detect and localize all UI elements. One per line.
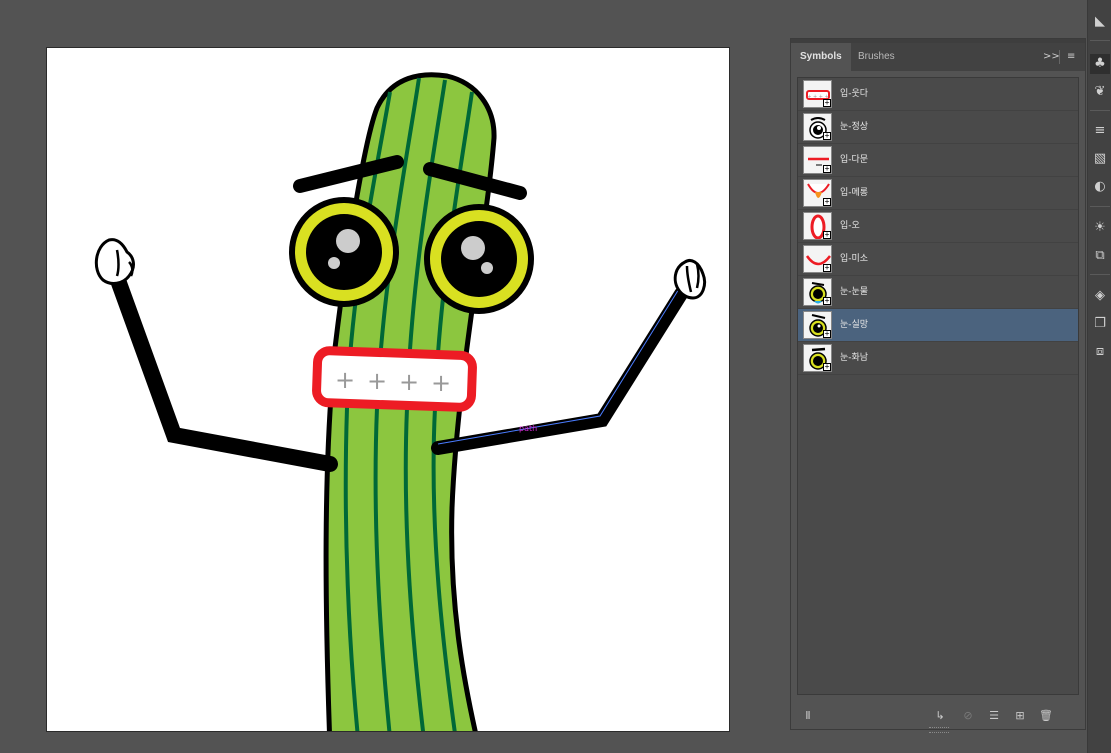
symbol-name: 입-미소 [840, 254, 869, 264]
layers-panel-icon[interactable]: ◈ [1090, 286, 1110, 306]
symbol-instance-marker: + [823, 131, 831, 140]
symbol-thumbnail: + [803, 179, 832, 207]
symbol-instance-marker: + [823, 197, 831, 206]
artboards-panel-icon[interactable]: ❐ [1090, 314, 1110, 334]
mouth-mark: + [367, 367, 387, 395]
symbols-panel: Symbols Brushes >> ≡ + + + + + 입-웃다 + 눈-… [790, 38, 1086, 733]
gradient-panel-icon[interactable]: ◣ [1090, 12, 1110, 32]
panel-dock-strip: ◣ ♣ ❦ ≡ ▧ ◐ ☀ ⧉ ◈ ❐ ⧈ [1087, 0, 1111, 753]
panel-bottom-bar: Ⅱ ↳ ⊘ ☰ ⊞ 🗑 [791, 703, 1085, 729]
break-link-icon[interactable]: ⊘ [961, 709, 975, 723]
dock-separator [1090, 40, 1110, 41]
symbol-instance-marker: + [823, 164, 831, 173]
new-symbol-icon[interactable]: ⊞ [1013, 709, 1027, 723]
symbol-name: 눈-정상 [840, 122, 869, 132]
transparency-panel-icon[interactable]: ◐ [1090, 177, 1110, 197]
symbol-library-icon[interactable]: Ⅱ [801, 709, 815, 723]
right-hand[interactable] [673, 259, 707, 300]
path-selection-label: path [519, 424, 537, 433]
mouth-mark: + [399, 368, 419, 396]
graphic-styles-icon[interactable]: ⧉ [1090, 246, 1110, 266]
dock-separator [1090, 110, 1110, 111]
cucumber-character-artwork[interactable]: + + + + path [47, 48, 729, 731]
dock-separator [1090, 274, 1110, 275]
panel-button-divider [1059, 50, 1060, 64]
symbol-thumbnail: + + + + + [803, 80, 832, 108]
symbol-row[interactable]: + 눈-화남 [798, 342, 1078, 375]
document-canvas[interactable]: + + + + path Symbols Brushes >> ≡ + + + … [0, 0, 1111, 753]
panel-resize-grip[interactable] [929, 727, 949, 733]
symbol-row[interactable]: + 입-메롱 [798, 177, 1078, 210]
place-symbol-instance-icon[interactable]: ↳ [933, 709, 947, 723]
mouth-mark: + [335, 366, 355, 394]
symbol-thumbnail: + [803, 278, 832, 306]
tab-brushes[interactable]: Brushes [849, 43, 904, 71]
appearance-panel-icon[interactable]: ☀ [1090, 218, 1110, 238]
symbol-row-selected[interactable]: + 눈-실망 [798, 309, 1078, 342]
panel-tabs: Symbols Brushes [791, 43, 1085, 71]
transform-panel-icon[interactable]: ⧈ [1090, 342, 1110, 362]
symbol-name: 입-오 [840, 221, 860, 231]
symbol-instance-marker: + [823, 98, 831, 107]
symbol-row[interactable]: + 입-오 [798, 210, 1078, 243]
symbol-instance-marker: + [823, 329, 831, 338]
symbol-row[interactable]: + 눈-정상 [798, 111, 1078, 144]
delete-symbol-icon[interactable]: 🗑 [1039, 709, 1053, 723]
symbol-thumbnail: + [803, 311, 832, 339]
tab-symbols[interactable]: Symbols [791, 43, 851, 71]
panel-menu-button[interactable]: ≡ [1067, 43, 1075, 71]
symbol-name: 입-메롱 [840, 188, 869, 198]
symbol-row[interactable]: + 눈-눈물 [798, 276, 1078, 309]
left-arm[interactable] [111, 275, 338, 472]
mouth-grin[interactable]: + + + + [312, 346, 477, 412]
symbol-instance-marker: + [823, 296, 831, 305]
gradient-swatch-icon[interactable]: ▧ [1090, 149, 1110, 169]
symbols-list: + + + + + 입-웃다 + 눈-정상 + 입-다문 + 입-메롱 + 입-… [797, 77, 1079, 695]
symbol-options-icon[interactable]: ☰ [987, 709, 1001, 723]
symbol-name: 입-웃다 [840, 89, 869, 99]
left-hand[interactable] [94, 238, 135, 285]
symbol-instance-marker: + [823, 362, 831, 371]
dock-separator [1090, 206, 1110, 207]
left-eye[interactable] [289, 197, 399, 307]
symbol-row[interactable]: + 입-다문 [798, 144, 1078, 177]
stroke-panel-icon[interactable]: ≡ [1090, 121, 1110, 141]
mouth-mark: + [431, 369, 451, 397]
symbol-name: 입-다문 [840, 155, 869, 165]
symbol-name: 눈-눈물 [840, 287, 869, 297]
symbol-name: 눈-실망 [840, 320, 869, 330]
symbol-instance-marker: + [823, 263, 831, 272]
right-eye[interactable] [424, 204, 534, 314]
artboard[interactable]: + + + + path [47, 48, 729, 731]
symbol-row[interactable]: + + + + + 입-웃다 [798, 78, 1078, 111]
symbol-thumbnail: + [803, 344, 832, 372]
symbol-thumbnail: + [803, 146, 832, 174]
symbol-thumbnail: + [803, 212, 832, 240]
symbol-name: 눈-화남 [840, 353, 869, 363]
symbol-instance-marker: + [823, 230, 831, 239]
symbols-panel-icon[interactable]: ♣ [1090, 54, 1110, 74]
brushes-panel-icon[interactable]: ❦ [1090, 82, 1110, 102]
symbol-thumbnail: + [803, 245, 832, 273]
symbol-thumbnail: + [803, 113, 832, 141]
collapse-panel-button[interactable]: >> [1043, 43, 1060, 71]
symbol-row[interactable]: + 입-미소 [798, 243, 1078, 276]
